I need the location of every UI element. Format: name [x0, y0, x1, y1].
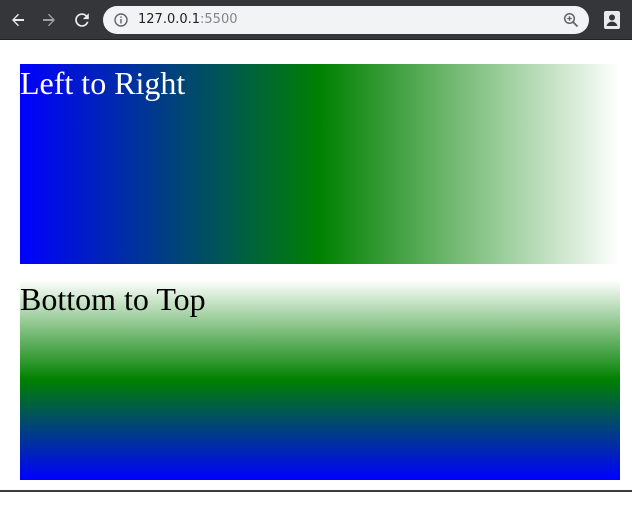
browser-toolbar: 127.0.0.1:5500 [0, 0, 632, 40]
bottom-to-top-gradient-box: Bottom to Top [20, 280, 620, 480]
info-icon[interactable] [114, 13, 128, 27]
address-bar[interactable]: 127.0.0.1:5500 [103, 6, 589, 34]
url-text[interactable]: 127.0.0.1:5500 [138, 6, 238, 34]
forward-arrow-icon [43, 13, 55, 27]
zoom-icon[interactable] [563, 12, 579, 28]
reload-button[interactable] [70, 8, 94, 32]
bottom-to-top-heading: Bottom to Top [20, 281, 206, 317]
left-to-right-heading: Left to Right [20, 65, 186, 101]
bottom-divider [0, 490, 632, 492]
page-content: Left to Right Bottom to Top [0, 40, 632, 491]
back-button[interactable] [6, 8, 30, 32]
left-to-right-gradient-box: Left to Right [20, 64, 620, 264]
forward-button[interactable] [37, 8, 61, 32]
url-port: :5500 [200, 12, 238, 27]
profile-icon[interactable] [603, 10, 621, 30]
url-host: 127.0.0.1 [138, 12, 201, 27]
reload-icon [75, 13, 89, 27]
back-arrow-icon [12, 13, 24, 27]
